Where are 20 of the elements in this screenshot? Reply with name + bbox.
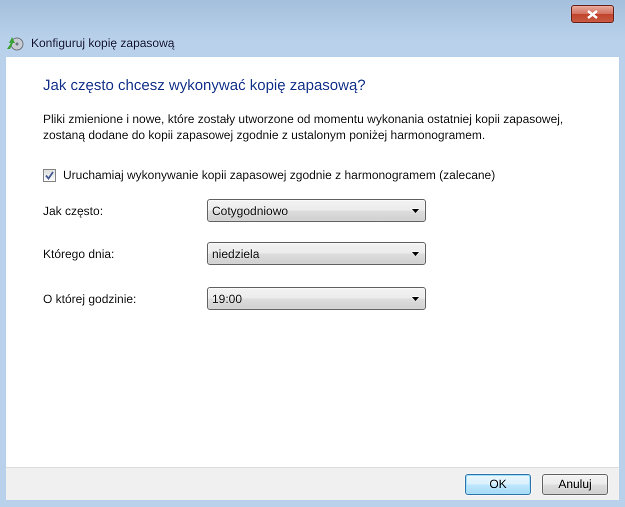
check-icon: [45, 170, 54, 180]
field-label: Którego dnia:: [43, 246, 116, 260]
dropdown[interactable]: Cotygodniowo: [207, 199, 426, 222]
dropdown-arrow-icon: [412, 208, 419, 212]
dropdown[interactable]: niedziela: [207, 242, 426, 265]
field-label: Jak często:: [43, 204, 104, 218]
checkbox-label: Uruchamiaj wykonywanie kopii zapasowej zgodnie z harmonogramem (zalecane): [63, 168, 496, 182]
close-button[interactable]: [571, 5, 614, 23]
page-heading: Jak często chcesz wykonywać kopię zapasową?: [43, 77, 367, 94]
dropdown-arrow-icon: [412, 252, 419, 256]
schedule-checkbox[interactable]: [43, 168, 56, 182]
backup-drive-icon: [6, 34, 24, 50]
field-label: O której godzinie:: [43, 292, 138, 306]
ok-button[interactable]: OK: [465, 474, 531, 494]
close-icon: [587, 10, 598, 18]
cancel-button[interactable]: Anuluj: [542, 474, 608, 494]
dropdown-arrow-icon: [412, 296, 419, 300]
description-text: Pliki zmienione i nowe, które zostały utworzone od momentu wykonania ostatniej kopii zapasowej, zostaną dodane do kopii zapasowej zgodnie z ustalonym poniżej harmonogramem.: [43, 111, 564, 143]
window-title: Konfiguruj kopię zapasową: [31, 36, 174, 50]
dropdown[interactable]: 19:00: [207, 287, 426, 310]
